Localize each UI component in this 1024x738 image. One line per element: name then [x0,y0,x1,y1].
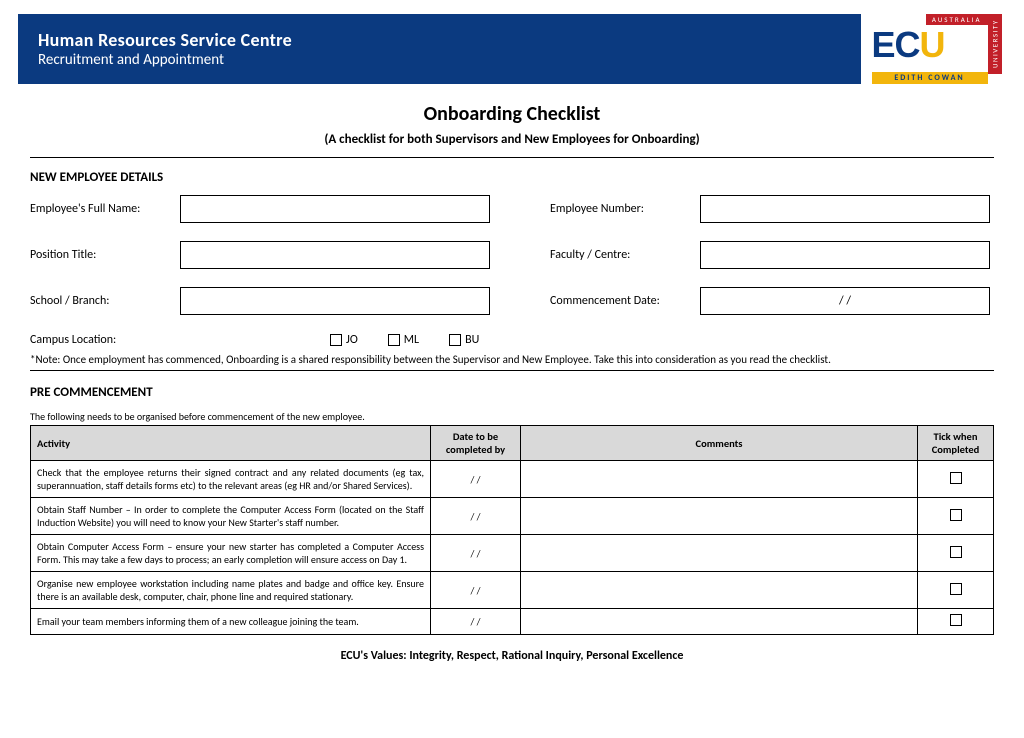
checkbox-icon [950,546,962,558]
section-pre-commencement: PRE COMMENCEMENT [30,385,994,400]
table-row: Email your team members informing them o… [31,609,994,635]
comments-cell[interactable] [521,461,918,498]
col-activity: Activity [31,426,431,461]
comments-cell[interactable] [521,572,918,609]
full-name-input[interactable] [180,195,490,223]
campus-jo-checkbox[interactable]: JO [330,333,358,347]
school-branch-input[interactable] [180,287,490,315]
campus-row: Campus Location: JO ML BU [30,333,994,347]
banner-text-block: Human Resources Service Centre Recruitme… [18,14,861,84]
checkbox-icon [388,334,400,346]
comments-cell[interactable] [521,498,918,535]
logo-university: UNIVERSITY [988,14,1002,74]
checkbox-icon [449,334,461,346]
logo-ecu: ECU [872,24,945,66]
school-branch-label: School / Branch: [30,294,180,308]
faculty-centre-label: Faculty / Centre: [550,248,700,262]
table-row: Organise new employee workstation includ… [31,572,994,609]
campus-ml-label: ML [404,333,419,347]
checkbox-icon [950,614,962,626]
pre-commencement-intro: The following needs to be organised befo… [30,410,994,423]
table-row: Obtain Computer Access Form – ensure you… [31,535,994,572]
checkbox-icon [950,509,962,521]
campus-bu-label: BU [465,333,479,347]
table-row: Check that the employee returns their si… [31,461,994,498]
tick-cell[interactable] [918,461,994,498]
table-row: Obtain Staff Number – In order to comple… [31,498,994,535]
page-subtitle: (A checklist for both Supervisors and Ne… [30,132,994,147]
employee-number-label: Employee Number: [550,202,700,216]
footer-values: ECU's Values: Integrity, Respect, Ration… [30,649,994,663]
comments-cell[interactable] [521,609,918,635]
ecu-logo: AUSTRALIA ECU UNIVERSITY EDITH COWAN [861,14,1006,84]
section-employee-details: NEW EMPLOYEE DETAILS [30,170,994,185]
tick-cell[interactable] [918,498,994,535]
date-cell[interactable]: / / [431,572,521,609]
page-title: Onboarding Checklist [30,102,994,126]
faculty-centre-input[interactable] [700,241,990,269]
col-comments: Comments [521,426,918,461]
checkbox-icon [950,472,962,484]
campus-jo-label: JO [346,333,358,347]
title-rule [30,157,994,158]
activity-cell: Email your team members informing them o… [31,609,431,635]
checklist-table: Activity Date to be completed by Comment… [30,425,994,635]
date-cell[interactable]: / / [431,461,521,498]
full-name-label: Employee's Full Name: [30,202,180,216]
activity-cell: Organise new employee workstation includ… [31,572,431,609]
date-cell[interactable]: / / [431,498,521,535]
tick-cell[interactable] [918,609,994,635]
activity-cell: Obtain Staff Number – In order to comple… [31,498,431,535]
logo-edith-cowan: EDITH COWAN [872,72,988,84]
comments-cell[interactable] [521,535,918,572]
activity-cell: Obtain Computer Access Form – ensure you… [31,535,431,572]
shared-responsibility-note: *Note: Once employment has commenced, On… [30,353,994,371]
banner-title: Human Resources Service Centre [38,29,841,51]
campus-ml-checkbox[interactable]: ML [388,333,419,347]
header-banner: Human Resources Service Centre Recruitme… [18,14,1006,84]
position-title-input[interactable] [180,241,490,269]
activity-cell: Check that the employee returns their si… [31,461,431,498]
col-tick: Tick when Completed [918,426,994,461]
employee-number-input[interactable] [700,195,990,223]
date-cell[interactable]: / / [431,609,521,635]
checkbox-icon [330,334,342,346]
banner-subtitle: Recruitment and Appointment [38,51,841,69]
campus-bu-checkbox[interactable]: BU [449,333,479,347]
date-cell[interactable]: / / [431,535,521,572]
position-title-label: Position Title: [30,248,180,262]
checkbox-icon [950,583,962,595]
campus-label: Campus Location: [30,333,180,347]
employee-form: Employee's Full Name: Employee Number: P… [30,195,994,315]
commencement-date-input[interactable]: / / [700,287,990,315]
tick-cell[interactable] [918,572,994,609]
commencement-date-label: Commencement Date: [550,294,700,308]
tick-cell[interactable] [918,535,994,572]
col-date: Date to be completed by [431,426,521,461]
